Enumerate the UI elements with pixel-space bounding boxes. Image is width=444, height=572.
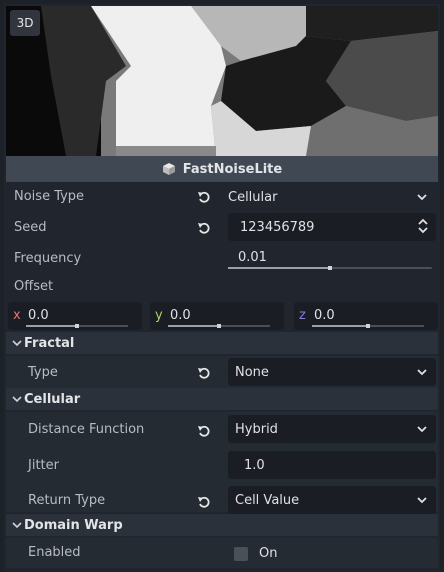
offset-x-fill xyxy=(26,325,77,327)
seed-row: Seed 123456789 xyxy=(6,212,438,242)
enabled-label: Enabled xyxy=(28,545,81,560)
chevron-down-icon xyxy=(12,396,22,403)
section-cellular-title: Cellular xyxy=(24,391,81,407)
cube-icon xyxy=(162,163,175,175)
chevron-down-icon xyxy=(417,497,427,504)
chevron-down-icon xyxy=(12,340,22,347)
frequency-slider-knob[interactable] xyxy=(328,266,332,270)
domain-warp-enabled-row: Enabled On xyxy=(6,538,438,568)
fractal-type-label: Type xyxy=(28,365,58,380)
offset-row: Offset xyxy=(6,274,438,300)
seed-value: 123456789 xyxy=(240,219,315,235)
frequency-value: 0.01 xyxy=(238,250,267,265)
offset-y-value: 0.0 xyxy=(170,308,191,323)
revert-icon[interactable] xyxy=(196,365,212,381)
offset-y-knob[interactable] xyxy=(217,324,221,328)
revert-icon[interactable] xyxy=(196,423,212,439)
resource-header[interactable]: FastNoiseLite xyxy=(6,156,438,182)
axis-z-label: z xyxy=(299,308,306,323)
seed-spinbox[interactable]: 123456789 xyxy=(228,213,436,241)
offset-z-fill xyxy=(312,325,368,327)
3d-toggle-button[interactable]: 3D xyxy=(10,10,40,36)
frequency-slider[interactable]: 0.01 xyxy=(228,244,432,272)
frequency-label: Frequency xyxy=(14,251,82,266)
inspector-panel: 3D FastNoiseLite Noise Type Cellular See… xyxy=(4,4,440,572)
offset-z-value: 0.0 xyxy=(314,308,335,323)
return-type-select[interactable]: Cell Value xyxy=(228,486,436,514)
offset-z-field[interactable]: z 0.0 xyxy=(294,302,438,330)
noise-type-select[interactable]: Cellular xyxy=(228,183,436,211)
frequency-row: Frequency 0.01 xyxy=(6,242,438,274)
revert-icon[interactable] xyxy=(196,494,212,510)
offset-x-field[interactable]: x 0.0 xyxy=(8,302,142,330)
noise-preview-image xyxy=(6,6,438,156)
chevron-down-icon xyxy=(417,194,427,201)
chevron-down-icon xyxy=(417,426,427,433)
resource-title: FastNoiseLite xyxy=(182,161,283,177)
section-fractal[interactable]: Fractal xyxy=(6,332,438,354)
noise-preview: 3D xyxy=(6,6,438,156)
offset-x-knob[interactable] xyxy=(75,324,79,328)
distance-function-value: Hybrid xyxy=(235,421,278,437)
section-fractal-title: Fractal xyxy=(24,335,75,351)
offset-y-field[interactable]: y 0.0 xyxy=(150,302,284,330)
fractal-type-value: None xyxy=(235,364,269,380)
distance-function-select[interactable]: Hybrid xyxy=(228,415,436,443)
return-type-label: Return Type xyxy=(28,493,106,508)
seed-label: Seed xyxy=(14,220,47,235)
fractal-type-row: Type None xyxy=(6,356,438,388)
offset-y-fill xyxy=(168,325,219,327)
revert-icon[interactable] xyxy=(196,189,212,205)
frequency-slider-fill xyxy=(228,267,330,269)
noise-type-label: Noise Type xyxy=(14,189,85,204)
distance-function-label: Distance Function xyxy=(28,422,145,437)
chevron-down-icon xyxy=(417,369,427,376)
offset-label: Offset xyxy=(14,279,54,294)
section-domain-warp[interactable]: Domain Warp xyxy=(6,514,438,536)
revert-icon[interactable] xyxy=(196,220,212,236)
section-cellular[interactable]: Cellular xyxy=(6,388,438,410)
spinner-arrows-icon[interactable] xyxy=(417,218,429,234)
enabled-checkbox[interactable] xyxy=(234,547,248,561)
axis-y-label: y xyxy=(155,308,163,323)
fractal-type-select[interactable]: None xyxy=(228,358,436,386)
axis-x-label: x xyxy=(13,308,21,323)
chevron-down-icon xyxy=(12,522,22,529)
noise-type-row: Noise Type Cellular xyxy=(6,182,438,212)
cellular-body: Distance Function Hybrid Jitter 1.0 Retu… xyxy=(6,412,438,514)
jitter-label: Jitter xyxy=(28,458,59,473)
jitter-field[interactable]: 1.0 xyxy=(228,451,436,479)
offset-x-value: 0.0 xyxy=(28,308,49,323)
return-type-value: Cell Value xyxy=(235,492,300,508)
noise-type-value: Cellular xyxy=(228,189,278,205)
enabled-checkbox-label[interactable]: On xyxy=(259,546,277,561)
jitter-value: 1.0 xyxy=(244,457,265,473)
section-domain-warp-title: Domain Warp xyxy=(24,517,123,533)
offset-z-knob[interactable] xyxy=(366,324,370,328)
